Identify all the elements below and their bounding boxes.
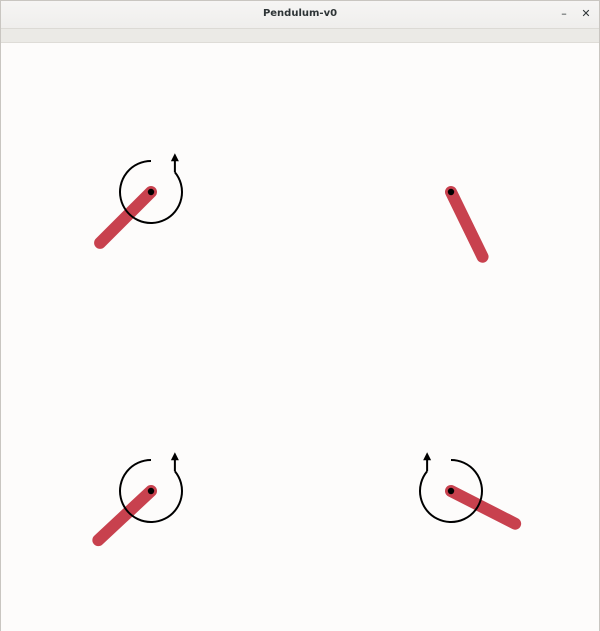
pendulum-rod — [92, 485, 157, 547]
pendulum-rod — [445, 485, 522, 530]
pendulum-axle — [447, 487, 455, 495]
app-window: Pendulum-v0 – ✕ — [0, 0, 600, 631]
window-title: Pendulum-v0 — [262, 8, 338, 19]
close-icon[interactable]: ✕ — [577, 5, 595, 23]
pendulum-bottom-right — [419, 452, 522, 530]
pendulum-axle — [147, 487, 155, 495]
torque-arrow-icon — [170, 153, 179, 162]
menu-bar — [1, 29, 599, 43]
pendulum-bottom-left — [92, 452, 183, 547]
title-bar[interactable]: Pendulum-v0 – ✕ — [1, 1, 599, 29]
pendulum-axle — [447, 188, 455, 196]
pendulum-top-right — [445, 186, 489, 263]
pendulum-rod — [94, 186, 157, 249]
pendulum-top-left — [94, 153, 183, 249]
pendulum-scene — [92, 153, 522, 547]
render-canvas — [1, 43, 599, 631]
torque-arrow-icon — [423, 452, 432, 461]
minimize-icon[interactable]: – — [555, 5, 573, 23]
pendulum-axle — [147, 188, 155, 196]
pendulum-rod — [445, 186, 489, 263]
torque-arrow-icon — [170, 452, 179, 461]
